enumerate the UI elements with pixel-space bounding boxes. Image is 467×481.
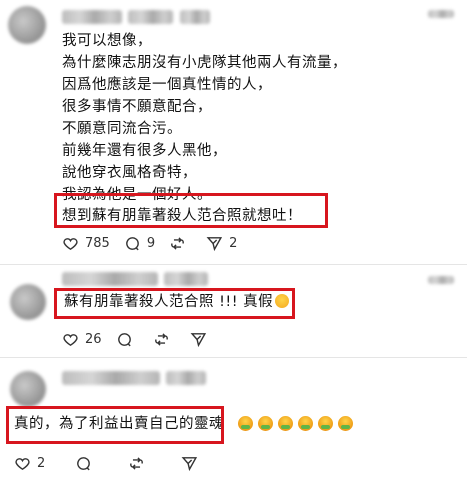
repost-button[interactable] xyxy=(128,455,151,472)
post-text-line: 為什麼陳志朋沒有小虎隊其他兩人有流量， xyxy=(62,55,347,71)
like-button[interactable]: 2 xyxy=(14,455,45,472)
nauseated-emoji xyxy=(318,416,334,431)
action-bar: 785 9 2 xyxy=(62,232,251,254)
heart-icon xyxy=(15,457,30,470)
post-text-line: 不願意同流合污。 xyxy=(62,121,182,137)
share-icon xyxy=(181,456,198,471)
username-blurred[interactable] xyxy=(62,272,158,286)
share-count: 2 xyxy=(229,235,238,251)
like-count: 26 xyxy=(85,331,102,347)
highlight-box xyxy=(6,406,224,444)
action-bar: 26 xyxy=(62,328,227,350)
timestamp-blurred xyxy=(180,10,210,24)
post-text-line: 說他穿衣風格奇特， xyxy=(62,165,197,181)
timestamp-blurred xyxy=(164,272,208,286)
share-button[interactable] xyxy=(181,455,204,472)
comment-icon xyxy=(117,332,131,346)
post-1: 我可以想像， 為什麼陳志朋沒有小虎隊其他兩人有流量， 因爲他應該是一個真性情的人… xyxy=(0,0,467,258)
more-icon[interactable] xyxy=(428,276,454,284)
avatar[interactable] xyxy=(10,284,46,320)
heart-icon xyxy=(63,237,78,250)
avatar[interactable] xyxy=(8,6,46,44)
share-button[interactable] xyxy=(190,331,213,348)
comment-icon xyxy=(77,456,91,470)
avatar[interactable] xyxy=(10,371,46,407)
comment-button[interactable] xyxy=(116,331,139,348)
post-text-line: 很多事情不願意配合， xyxy=(62,99,212,115)
more-icon[interactable] xyxy=(428,10,454,18)
share-icon xyxy=(206,236,223,251)
nauseated-emoji xyxy=(258,416,274,431)
username-blurred[interactable] xyxy=(62,10,122,24)
timestamp-blurred xyxy=(166,371,206,385)
like-button[interactable]: 785 xyxy=(62,235,110,252)
post-text-line: 因爲他應該是一個真性情的人， xyxy=(62,77,272,93)
post-text-line: 前幾年還有很多人黑他， xyxy=(62,143,227,159)
highlight-box xyxy=(54,193,328,228)
heart-icon xyxy=(63,333,78,346)
like-count: 785 xyxy=(85,235,110,251)
nauseated-emoji xyxy=(238,416,254,431)
repost-button[interactable] xyxy=(153,331,176,348)
like-button[interactable]: 26 xyxy=(62,331,102,348)
nauseated-emoji xyxy=(298,416,314,431)
nauseated-emoji xyxy=(278,416,294,431)
highlight-box xyxy=(54,288,295,319)
post-text-line: 我可以想像， xyxy=(62,33,152,49)
repost-icon xyxy=(171,236,184,250)
post-3: 真的，為了利益出賣自己的靈魂 2 xyxy=(0,357,467,481)
nauseated-emoji xyxy=(338,416,354,431)
post-2: 蘇有朋靠著殺人范合照 !!! 真假 26 xyxy=(0,264,467,364)
comment-button[interactable] xyxy=(75,455,98,472)
comment-button[interactable]: 9 xyxy=(124,235,155,252)
comment-icon xyxy=(126,236,139,250)
repost-icon xyxy=(130,456,144,470)
comment-count: 9 xyxy=(146,235,156,251)
username-blurred xyxy=(128,10,173,24)
like-count: 2 xyxy=(37,455,46,471)
action-bar: 2 xyxy=(14,452,218,474)
share-icon xyxy=(190,332,206,347)
share-button[interactable]: 2 xyxy=(206,235,237,252)
username-blurred[interactable] xyxy=(62,371,160,385)
repost-button[interactable] xyxy=(169,235,192,252)
repost-icon xyxy=(154,332,168,346)
